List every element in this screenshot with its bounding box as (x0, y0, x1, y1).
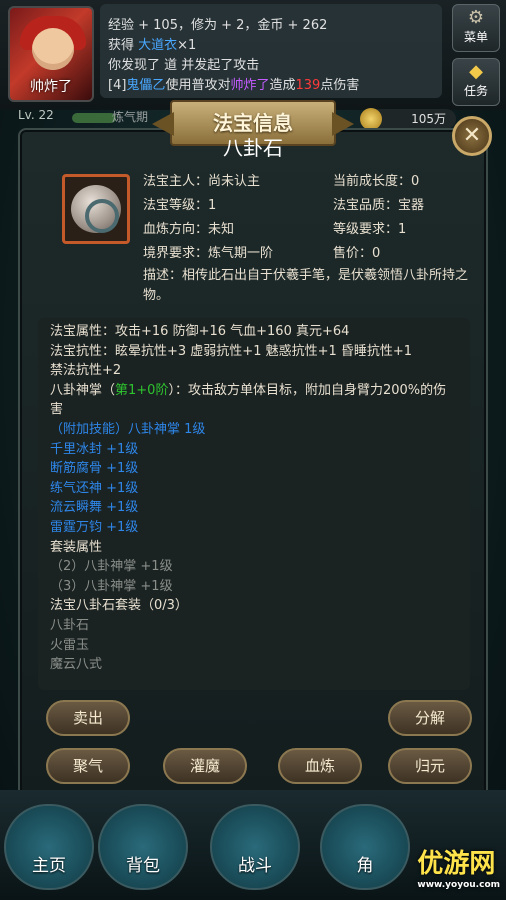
refine-text: 血炼方向：未知 (143, 222, 235, 237)
avatar-face (32, 28, 74, 70)
chat-text: ×1 (177, 38, 197, 53)
bonus-skill: 雷霆万钧 +1级 (50, 519, 139, 535)
gear-icon: ⚙ (467, 7, 485, 28)
menu-label: 菜单 (463, 30, 488, 44)
req-level-text: 等级要求：1 (333, 222, 407, 237)
chat-log: 经验 + 105，修为 + 2，金币 + 262 获得 大道衣×1 你发现了 道… (100, 4, 442, 98)
bonus-skill: （附加技能）八卦神掌 1级 (50, 421, 206, 437)
split-button[interactable]: 分解 (388, 700, 472, 736)
damage-value: 139 (295, 78, 321, 93)
set-bonus: （2）八卦神掌 +1级 (50, 559, 173, 575)
quality-text: 法宝品质：宝器 (333, 198, 425, 213)
diamond-icon: ◆ (469, 61, 483, 82)
task-button[interactable]: ◆ 任务 (452, 58, 500, 106)
item-title: 八卦石 (223, 136, 283, 160)
skill-level: 第1+0阶 (115, 382, 169, 398)
target-name: 帅炸了 (230, 78, 270, 93)
level-text: Lv. 22 (18, 108, 54, 122)
avatar[interactable]: 帅炸了 (8, 6, 94, 102)
chat-text: [4] (108, 78, 127, 93)
nav-character-label: 角 (356, 856, 374, 876)
bonus-skill: 千里冰封 +1级 (50, 441, 139, 457)
chat-line: 获得 大道衣×1 (108, 36, 434, 56)
set-bonus: （3）八卦神掌 +1级 (50, 578, 173, 594)
suit-piece: 火雷玉 (50, 637, 90, 653)
return-button[interactable]: 归元 (388, 748, 472, 784)
chat-line: [4]鬼儡乙使用普攻对帅炸了造成139点伤害 (108, 76, 434, 96)
bonus-skill: 练气还神 +1级 (50, 480, 139, 496)
player-name: 帅炸了 (30, 79, 72, 95)
menu-button[interactable]: ⚙ 菜单 (452, 4, 500, 52)
set-heading: 套装属性 (50, 539, 103, 555)
nav-bag-label: 背包 (126, 856, 160, 876)
watermark-url: www.yoyou.com (417, 880, 500, 890)
cultivation-text: 炼气期 (112, 110, 149, 124)
blood-refine-button[interactable]: 血炼 (278, 748, 362, 784)
bonus-skill: 断筋腐骨 +1级 (50, 461, 139, 477)
coin-icon (360, 108, 382, 130)
nav-home-label: 主页 (32, 856, 66, 876)
xp-bar (72, 113, 116, 123)
task-label: 任务 (463, 84, 488, 98)
attr-line: 法宝属性：攻击+16 防御+16 气血+160 真元+64 (50, 324, 350, 339)
gold-display: 105万 (360, 108, 456, 130)
infuse-button[interactable]: 灌魔 (163, 748, 247, 784)
nav-battle-label: 战斗 (238, 856, 272, 876)
yin-yang-icon (85, 199, 119, 233)
chat-text: 点伤害 (320, 78, 360, 93)
suit-piece: 八卦石 (50, 617, 90, 633)
sell-button[interactable]: 卖出 (46, 700, 130, 736)
bonus-skill: 流云瞬舞 +1级 (50, 500, 139, 516)
nav-battle[interactable]: 战斗 (210, 804, 300, 890)
watermark-brand: 优游网 (417, 849, 496, 879)
chat-text: 获得 (108, 38, 139, 53)
skill-text: 八卦神掌（ (50, 382, 116, 398)
description: 描述：相传此石出自于伏羲手笔，是伏羲领悟八卦所持之物。 (143, 268, 469, 303)
bottom-nav: 主页 背包 战斗 角 优游网 www.yoyou.com (0, 790, 506, 900)
nav-character[interactable]: 角 (320, 804, 410, 890)
enemy-name: 鬼儡乙 (126, 78, 166, 93)
level-text: 法宝等级：1 (143, 198, 217, 213)
attr-line: 法宝抗性：眩晕抗性+3 虚弱抗性+1 魅惑抗性+1 昏睡抗性+1 (50, 343, 413, 359)
growth-text: 当前成长度：0 (333, 174, 420, 189)
nav-bag[interactable]: 背包 (98, 804, 188, 890)
gold-amount: 105万 (411, 112, 446, 126)
chat-text: 使用普攻对 (165, 78, 231, 93)
attributes-box[interactable]: 法宝属性：攻击+16 防御+16 气血+160 真元+64 法宝抗性：眩晕抗性+… (38, 318, 470, 690)
skill-line: 八卦神掌（第1+0阶）：攻击敌方单体目标，附加自身臂力200%的伤害 (50, 381, 458, 420)
attr-line: 禁法抗性+2 (50, 363, 122, 379)
bagua-stone-icon (71, 185, 121, 233)
item-link[interactable]: 大道衣 (138, 38, 177, 53)
suit-piece: 魔云八式 (50, 657, 103, 673)
gather-button[interactable]: 聚气 (46, 748, 130, 784)
price-text: 售价：0 (333, 246, 381, 261)
watermark-logo: 优游网 www.yoyou.com (417, 843, 500, 890)
chat-text: 造成 (269, 78, 296, 93)
suit-heading: 法宝八卦石套装（0/3） (50, 598, 188, 614)
realm-text: 境界要求：炼气期一阶 (143, 246, 274, 261)
owner-text: 法宝主人：尚未认主 (143, 174, 261, 189)
chat-line: 你发现了 道 并发起了攻击 (108, 58, 260, 73)
top-bar: 帅炸了 经验 + 105，修为 + 2，金币 + 262 获得 大道衣×1 你发… (0, 0, 506, 110)
chat-line: 经验 + 105，修为 + 2，金币 + 262 (108, 18, 328, 33)
nav-home[interactable]: 主页 (4, 804, 94, 890)
item-icon-frame (62, 174, 130, 244)
